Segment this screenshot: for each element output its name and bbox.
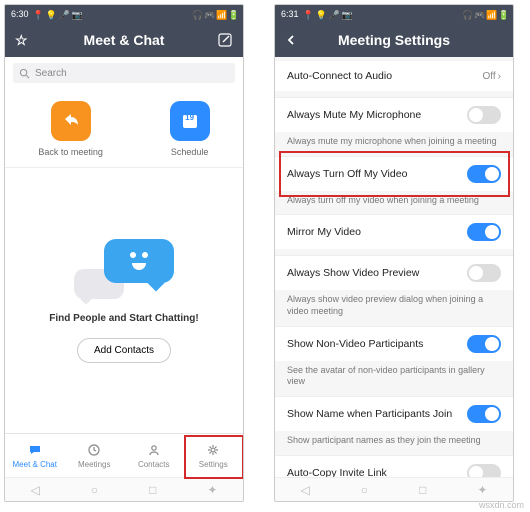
toggle-mirror[interactable]	[467, 223, 501, 241]
row-subtitle: See the avatar of non-video participants…	[275, 361, 513, 396]
empty-state: Find People and Start Chatting! Add Cont…	[5, 168, 243, 433]
row-label: Show Non-Video Participants	[287, 338, 467, 350]
status-icon: 🎮	[474, 10, 483, 19]
row-label: Auto-Connect to Audio	[287, 70, 483, 82]
nav-home-icon[interactable]: ○	[91, 483, 98, 497]
chevron-right-icon: ›	[498, 71, 501, 82]
row-show-name-join[interactable]: Show Name when Participants Join	[275, 396, 513, 431]
status-bar: 6:31 📍 💡 🎤 📷 🎧 🎮 📶 🔋	[275, 5, 513, 23]
row-subtitle: Always turn off my video when joining a …	[275, 191, 513, 215]
gear-icon	[205, 442, 221, 458]
tab-label: Settings	[199, 460, 228, 469]
bottom-tabs: Meet & Chat Meetings Contacts Settings	[5, 433, 243, 477]
settings-list: Auto-Connect to Audio Off › Always Mute …	[275, 57, 513, 477]
chat-icon	[27, 442, 43, 458]
row-value: Off ›	[483, 71, 502, 82]
status-icon: 📍	[33, 10, 42, 19]
tab-settings[interactable]: Settings	[184, 434, 244, 477]
row-auto-connect-audio[interactable]: Auto-Connect to Audio Off ›	[275, 61, 513, 91]
toggle-preview[interactable]	[467, 264, 501, 282]
nav-extra-icon[interactable]: ✦	[477, 483, 487, 497]
phone-meet-chat: 6:30 📍 💡 🎤 📷 🎧 🎮 📶 🔋 ☆ Meet & Chat Sear	[4, 4, 244, 502]
tab-label: Meetings	[78, 460, 110, 469]
status-icon: 💡	[46, 10, 55, 19]
android-nav: ◁ ○ □ ✦	[275, 477, 513, 501]
schedule-button[interactable]: 19 Schedule	[170, 101, 210, 157]
search-placeholder: Search	[35, 68, 67, 79]
tab-contacts[interactable]: Contacts	[124, 434, 184, 477]
nav-back-icon[interactable]: ◁	[301, 483, 310, 497]
toggle-mute[interactable]	[467, 106, 501, 124]
page-title: Meeting Settings	[338, 32, 450, 48]
quick-actions: Back to meeting 19 Schedule	[5, 89, 243, 167]
row-always-mute-mic[interactable]: Always Mute My Microphone	[275, 97, 513, 132]
toggle-showname[interactable]	[467, 405, 501, 423]
status-icon: 📷	[72, 10, 81, 19]
status-icon: 🎤	[329, 10, 338, 19]
back-to-meeting-button[interactable]: Back to meeting	[38, 101, 103, 157]
compose-icon[interactable]	[217, 23, 233, 57]
status-icon: 📍	[303, 10, 312, 19]
contacts-icon	[146, 442, 162, 458]
calendar-icon: 19	[170, 101, 210, 141]
clock-icon	[86, 442, 102, 458]
tab-meetings[interactable]: Meetings	[65, 434, 125, 477]
back-icon[interactable]	[285, 23, 297, 57]
status-time: 6:30	[11, 9, 29, 19]
row-subtitle: Show participant names as they join the …	[275, 431, 513, 455]
action-label: Back to meeting	[38, 147, 103, 157]
row-label: Always Mute My Microphone	[287, 109, 467, 121]
status-icon: 📷	[342, 10, 351, 19]
header: ☆ Meet & Chat	[5, 23, 243, 57]
row-auto-copy-link[interactable]: Auto-Copy Invite Link	[275, 455, 513, 477]
page-title: Meet & Chat	[84, 32, 165, 48]
tab-meet-chat[interactable]: Meet & Chat	[5, 434, 65, 477]
phone-meeting-settings: 6:31 📍 💡 🎤 📷 🎧 🎮 📶 🔋 Meeting Settings Au…	[274, 4, 514, 502]
empty-prompt: Find People and Start Chatting!	[49, 313, 198, 324]
nav-back-icon[interactable]: ◁	[31, 483, 40, 497]
status-icon: 🎧	[192, 10, 201, 19]
row-always-turn-off-video[interactable]: Always Turn Off My Video	[275, 156, 513, 191]
toggle-autocopy[interactable]	[467, 464, 501, 477]
row-subtitle: Always mute my microphone when joining a…	[275, 132, 513, 156]
status-icon: 🎮	[204, 10, 213, 19]
row-mirror-video[interactable]: Mirror My Video	[275, 214, 513, 249]
row-label: Always Turn Off My Video	[287, 168, 467, 180]
status-icon: 💡	[316, 10, 325, 19]
star-icon[interactable]: ☆	[15, 23, 28, 57]
nav-recent-icon[interactable]: □	[419, 483, 426, 497]
android-nav: ◁ ○ □ ✦	[5, 477, 243, 501]
row-label: Mirror My Video	[287, 226, 467, 238]
add-contacts-button[interactable]: Add Contacts	[77, 338, 171, 363]
status-icon: 🎧	[462, 10, 471, 19]
battery-icon: 🔋	[228, 10, 237, 19]
status-bar: 6:30 📍 💡 🎤 📷 🎧 🎮 📶 🔋	[5, 5, 243, 23]
row-label: Show Name when Participants Join	[287, 408, 467, 420]
nav-home-icon[interactable]: ○	[361, 483, 368, 497]
watermark: wsxdn.com	[479, 500, 524, 510]
toggle-nonvideo[interactable]	[467, 335, 501, 353]
signal-icon: 📶	[486, 10, 495, 19]
search-icon	[19, 68, 30, 79]
calendar-day: 19	[185, 113, 194, 122]
status-time: 6:31	[281, 9, 299, 19]
header: Meeting Settings	[275, 23, 513, 57]
status-icon: 🎤	[59, 10, 68, 19]
toggle-video-off[interactable]	[467, 165, 501, 183]
action-label: Schedule	[170, 147, 210, 157]
row-show-nonvideo[interactable]: Show Non-Video Participants	[275, 326, 513, 361]
row-show-video-preview[interactable]: Always Show Video Preview	[275, 255, 513, 290]
tab-label: Contacts	[138, 460, 170, 469]
row-label: Always Show Video Preview	[287, 267, 467, 279]
row-label: Auto-Copy Invite Link	[287, 467, 467, 477]
nav-extra-icon[interactable]: ✦	[207, 483, 217, 497]
row-subtitle: Always show video preview dialog when jo…	[275, 290, 513, 325]
back-arrow-icon	[51, 101, 91, 141]
chat-illustration	[74, 239, 174, 299]
signal-icon: 📶	[216, 10, 225, 19]
tab-label: Meet & Chat	[13, 460, 57, 469]
nav-recent-icon[interactable]: □	[149, 483, 156, 497]
battery-icon: 🔋	[498, 10, 507, 19]
search-input[interactable]: Search	[13, 63, 235, 83]
